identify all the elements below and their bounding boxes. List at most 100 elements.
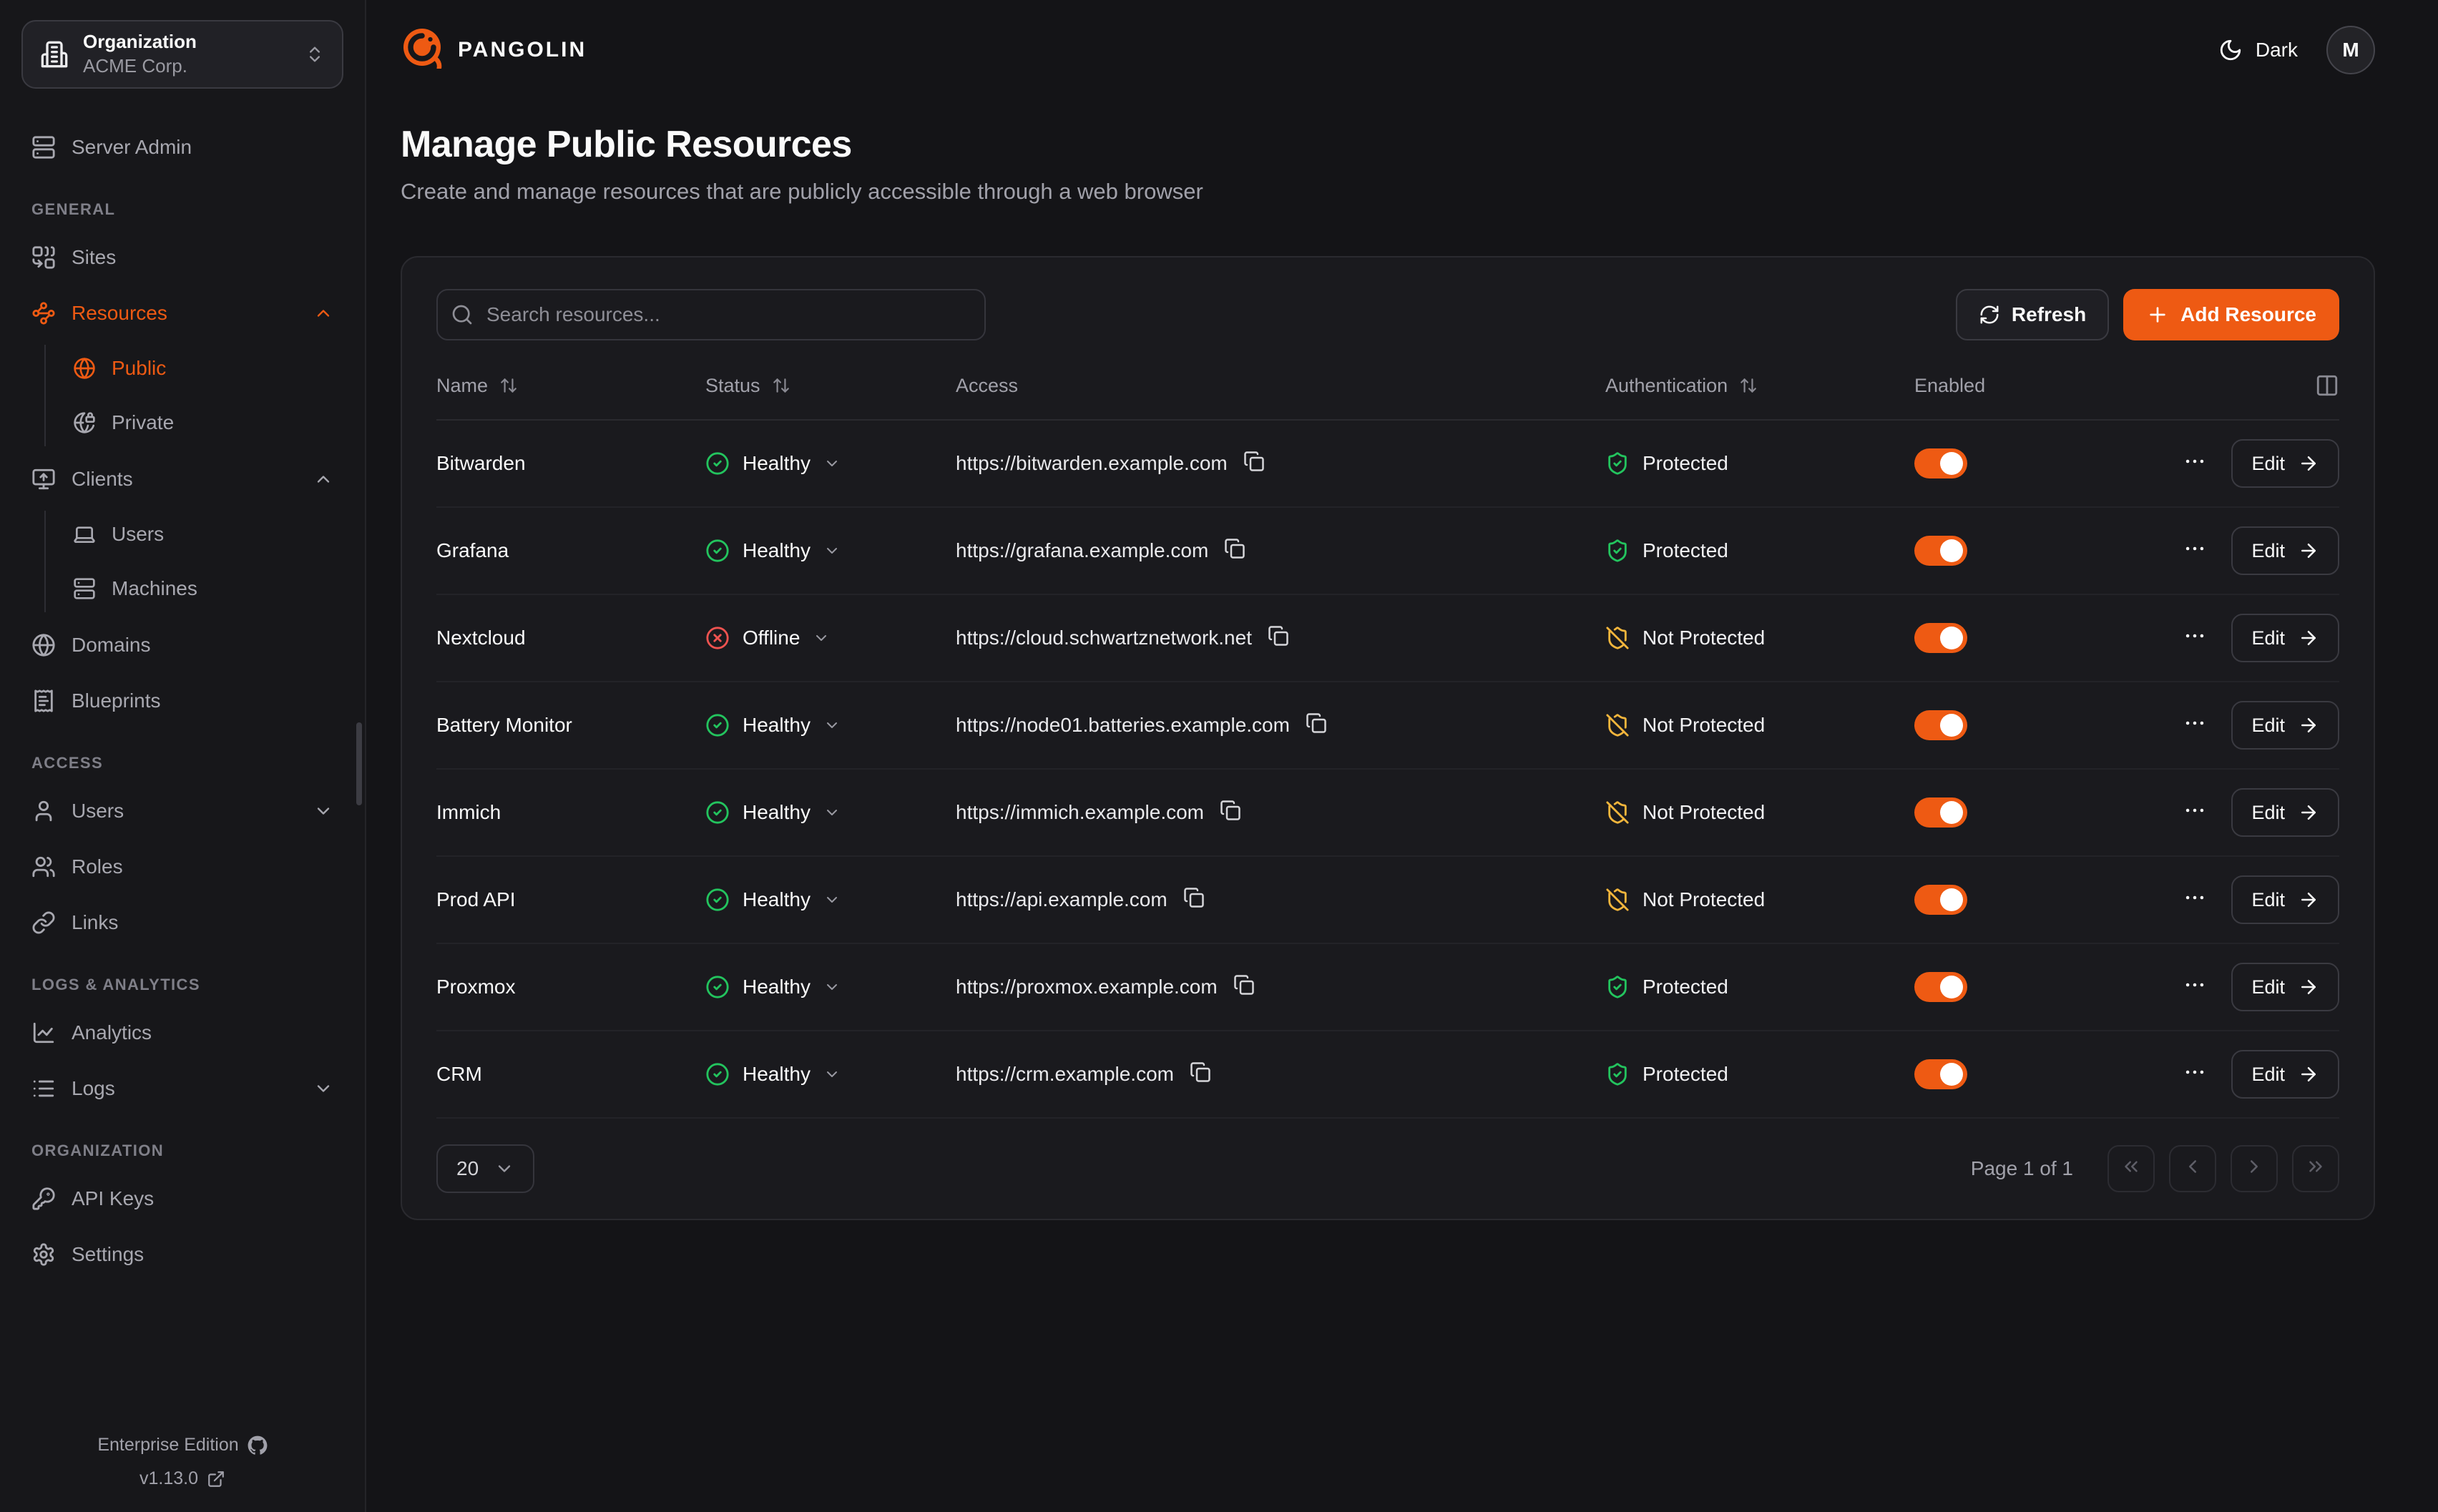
row-menu-button[interactable] — [2183, 449, 2207, 478]
edition-label: Enterprise Edition — [97, 1435, 238, 1455]
sidebar-subtree-clients: Users Machines — [44, 511, 348, 612]
sidebar-item-general-clients[interactable]: Clients — [17, 455, 348, 504]
table-row: ImmichHealthyhttps://immich.example.comN… — [436, 770, 2339, 857]
row-actions: Edit — [2072, 701, 2339, 750]
copy-url-button[interactable] — [1233, 974, 1255, 1001]
next-page-button[interactable] — [2231, 1145, 2278, 1192]
status-label: Healthy — [743, 976, 811, 998]
edit-button[interactable]: Edit — [2231, 875, 2339, 924]
status-dropdown[interactable]: Healthy — [705, 451, 956, 476]
brand[interactable]: PANGOLIN — [401, 26, 587, 74]
sidebar-item-general-machines[interactable]: Machines — [59, 565, 348, 612]
status-dropdown[interactable]: Healthy — [705, 975, 956, 999]
enabled-toggle[interactable] — [1914, 1059, 1967, 1089]
copy-url-button[interactable] — [1190, 1061, 1211, 1088]
edition-link[interactable]: Enterprise Edition — [97, 1435, 267, 1455]
last-page-button[interactable] — [2292, 1145, 2339, 1192]
edit-button[interactable]: Edit — [2231, 963, 2339, 1011]
chevron-down-icon — [823, 1066, 841, 1083]
resource-name: CRM — [436, 1063, 705, 1086]
page-title: Manage Public Resources — [401, 123, 2375, 166]
status-dropdown[interactable]: Healthy — [705, 539, 956, 563]
sidebar-item-organization-api-keys[interactable]: API Keys — [17, 1174, 348, 1223]
column-header-authentication[interactable]: Authentication — [1605, 375, 1914, 397]
sidebar-nav: Server Admin GENERAL Sites Resources Public P… — [0, 89, 365, 1286]
sidebar-item-general-sites[interactable]: Sites — [17, 233, 348, 282]
sidebar-item-label: API Keys — [72, 1187, 333, 1210]
sidebar-scrollbar[interactable] — [356, 722, 362, 805]
laptop-icon — [73, 523, 96, 546]
sidebar-item-access-roles[interactable]: Roles — [17, 843, 348, 891]
app-root: Organization ACME Corp. Server Admin GENE… — [0, 0, 2438, 1512]
org-switcher[interactable]: Organization ACME Corp. — [21, 20, 343, 89]
chevron-up-icon — [313, 469, 333, 489]
first-page-button[interactable] — [2107, 1145, 2155, 1192]
row-menu-button[interactable] — [2183, 711, 2207, 740]
sidebar-item-general-private[interactable]: Private — [59, 399, 348, 446]
enabled-toggle[interactable] — [1914, 972, 1967, 1002]
enabled-toggle[interactable] — [1914, 623, 1967, 653]
column-header-status[interactable]: Status — [705, 375, 956, 397]
edit-button[interactable]: Edit — [2231, 788, 2339, 837]
access-cell: https://crm.example.com — [956, 1061, 1605, 1088]
enabled-toggle[interactable] — [1914, 885, 1967, 915]
sidebar-item-label: Resources — [72, 302, 298, 325]
sidebar-item-access-users[interactable]: Users — [17, 787, 348, 835]
sidebar-item-logs-analytics-logs[interactable]: Logs — [17, 1064, 348, 1113]
sidebar-item-general-domains[interactable]: Domains — [17, 621, 348, 669]
prev-page-button[interactable] — [2169, 1145, 2216, 1192]
edit-button[interactable]: Edit — [2231, 1050, 2339, 1099]
sidebar-item-general-blueprints[interactable]: Blueprints — [17, 677, 348, 725]
enabled-toggle[interactable] — [1914, 536, 1967, 566]
status-dropdown[interactable]: Offline — [705, 626, 956, 650]
status-dropdown[interactable]: Healthy — [705, 800, 956, 825]
status-dropdown[interactable]: Healthy — [705, 888, 956, 912]
sidebar-item-server-admin[interactable]: Server Admin — [17, 123, 348, 172]
row-menu-button[interactable] — [2183, 536, 2207, 566]
auth-label: Not Protected — [1643, 888, 1765, 911]
table-row: NextcloudOfflinehttps://cloud.schwartzne… — [436, 595, 2339, 682]
copy-url-button[interactable] — [1224, 538, 1245, 564]
enabled-cell — [1914, 623, 2072, 653]
sidebar-item-general-resources[interactable]: Resources — [17, 289, 348, 338]
edit-button[interactable]: Edit — [2231, 526, 2339, 575]
table-row: Prod APIHealthyhttps://api.example.comNo… — [436, 857, 2339, 944]
status-dropdown[interactable]: Healthy — [705, 713, 956, 737]
page-size-select[interactable]: 20 — [436, 1144, 534, 1193]
edit-label: Edit — [2251, 540, 2285, 562]
version-link[interactable]: v1.13.0 — [139, 1468, 225, 1489]
row-menu-button[interactable] — [2183, 624, 2207, 653]
search-input[interactable] — [436, 289, 986, 340]
edit-button[interactable]: Edit — [2231, 614, 2339, 662]
sidebar-item-logs-analytics-analytics[interactable]: Analytics — [17, 1008, 348, 1057]
enabled-toggle[interactable] — [1914, 448, 1967, 478]
sidebar-section-heading-general: GENERAL — [31, 200, 333, 219]
row-menu-button[interactable] — [2183, 1060, 2207, 1089]
row-menu-button[interactable] — [2183, 885, 2207, 915]
copy-url-button[interactable] — [1268, 625, 1289, 652]
copy-url-button[interactable] — [1306, 712, 1327, 739]
column-settings-button[interactable] — [2315, 373, 2339, 398]
column-header-name[interactable]: Name — [436, 375, 705, 397]
copy-url-button[interactable] — [1183, 887, 1205, 913]
edit-button[interactable]: Edit — [2231, 439, 2339, 488]
row-menu-button[interactable] — [2183, 973, 2207, 1002]
sort-icon — [772, 376, 790, 395]
column-label: Enabled — [1914, 375, 1985, 397]
add-resource-button[interactable]: Add Resource — [2123, 289, 2339, 340]
enabled-toggle[interactable] — [1914, 710, 1967, 740]
sidebar-item-access-links[interactable]: Links — [17, 898, 348, 947]
moon-icon — [2218, 38, 2243, 62]
sidebar-item-general-users[interactable]: Users — [59, 511, 348, 558]
sidebar-item-general-public[interactable]: Public — [59, 345, 348, 392]
edit-button[interactable]: Edit — [2231, 701, 2339, 750]
copy-url-button[interactable] — [1243, 451, 1265, 477]
theme-toggle[interactable]: Dark — [2218, 38, 2298, 62]
refresh-button[interactable]: Refresh — [1956, 289, 2109, 340]
copy-url-button[interactable] — [1220, 800, 1241, 826]
sidebar-item-organization-settings[interactable]: Settings — [17, 1230, 348, 1279]
avatar[interactable]: M — [2326, 26, 2375, 74]
row-menu-button[interactable] — [2183, 798, 2207, 828]
status-dropdown[interactable]: Healthy — [705, 1062, 956, 1086]
enabled-toggle[interactable] — [1914, 797, 1967, 828]
